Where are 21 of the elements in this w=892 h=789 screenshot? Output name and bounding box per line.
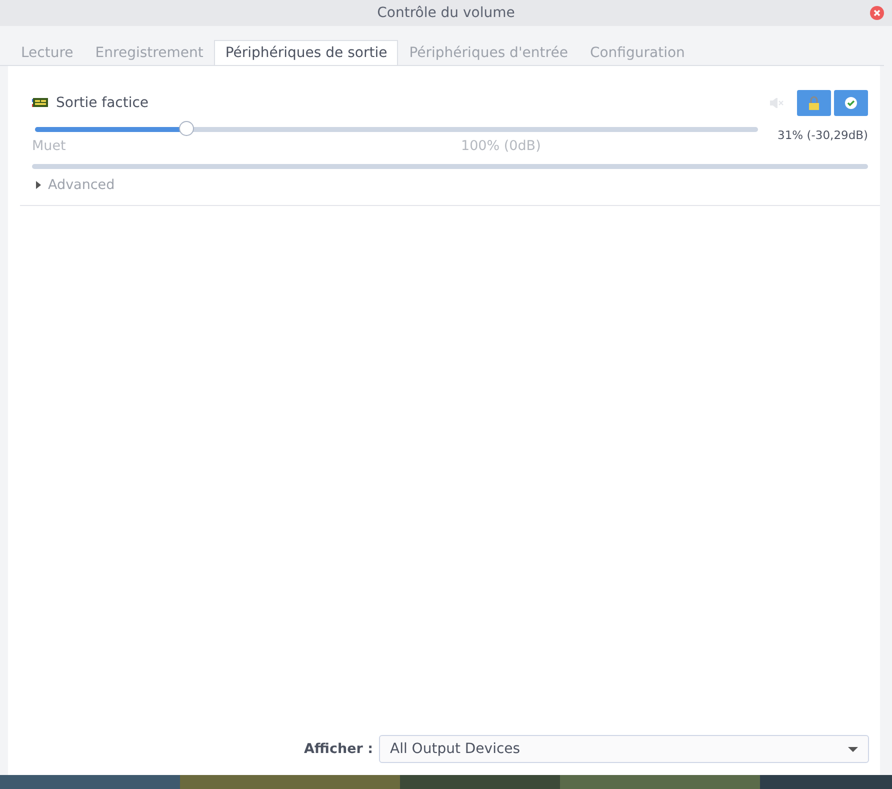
scale-label: Muet xyxy=(32,138,66,156)
filter-dropdown[interactable]: All Output Devices xyxy=(379,735,869,763)
sound-card-icon xyxy=(32,97,48,109)
advanced-expander[interactable]: Advanced xyxy=(32,169,119,205)
tab[interactable]: Enregistrement xyxy=(84,40,214,65)
checkmark-icon xyxy=(844,96,858,110)
tab[interactable]: Périphériques d'entrée xyxy=(398,40,579,65)
default-button[interactable] xyxy=(834,90,868,116)
close-icon[interactable] xyxy=(870,6,884,20)
tab[interactable]: Configuration xyxy=(578,40,696,65)
triangle-icon xyxy=(36,181,42,189)
device-name: Sortie factice xyxy=(56,95,149,111)
scale-label: 100% (0dB) xyxy=(461,138,541,154)
padlock-icon xyxy=(808,96,820,110)
filter-label: Afficher : xyxy=(304,741,373,757)
window-title: Contrôle du volume xyxy=(377,5,515,21)
lock-button[interactable] xyxy=(797,90,831,116)
dropdown-arrow-icon xyxy=(848,746,858,752)
tab[interactable]: Lecture xyxy=(10,40,84,65)
tab[interactable]: Périphériques de sortie xyxy=(214,40,398,65)
volume-reading: 31% (-30,29dB) xyxy=(776,128,868,142)
